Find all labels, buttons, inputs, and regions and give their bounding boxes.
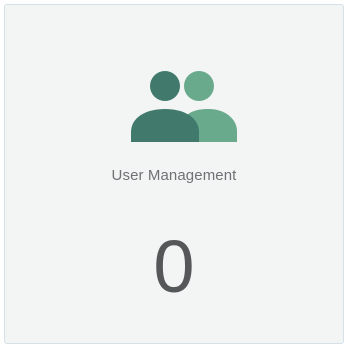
card-title: User Management [111,167,237,184]
users-icon [129,69,241,145]
users-icon-front-head [150,71,180,101]
user-count: 0 [153,225,195,308]
users-icon-back-head [184,71,214,101]
user-management-card[interactable]: User Management 0 [4,4,344,344]
